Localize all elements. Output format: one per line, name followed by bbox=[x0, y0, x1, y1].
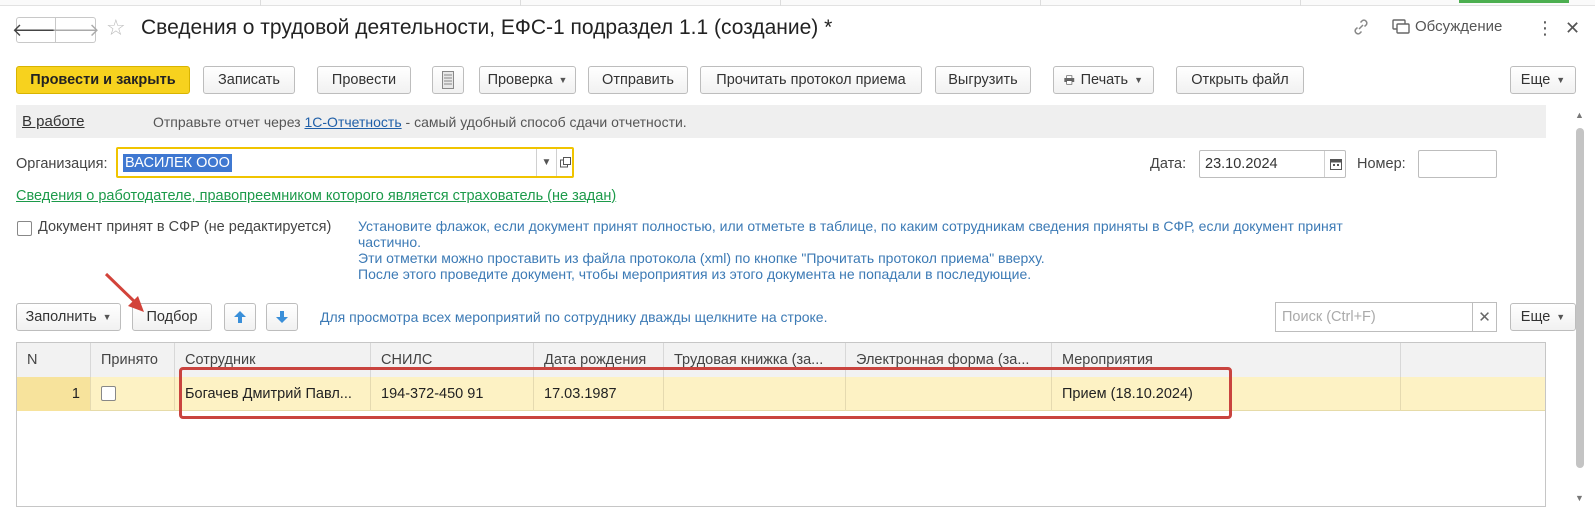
cell-empty bbox=[1401, 377, 1545, 411]
top-tab-strip bbox=[0, 0, 1595, 6]
hint-text: Установите флажок, если документ принят … bbox=[358, 218, 1418, 282]
calendar-button[interactable] bbox=[1324, 151, 1346, 177]
hint-line: Установите флажок, если документ принят … bbox=[358, 218, 1343, 234]
fill-label: Заполнить bbox=[25, 309, 97, 325]
info-message: Отправьте отчет через 1С-Отчетность - са… bbox=[153, 114, 687, 130]
read-protocol-button[interactable]: Прочитать протокол приема bbox=[700, 66, 922, 94]
organization-value: ВАСИЛЕК ООО bbox=[123, 154, 232, 172]
chevron-down-icon: ▼ bbox=[558, 75, 568, 85]
cell-accepted[interactable] bbox=[91, 377, 175, 411]
organization-field[interactable]: ВАСИЛЕК ООО ▼ bbox=[116, 147, 574, 178]
save-button[interactable]: Записать bbox=[203, 66, 295, 94]
open-button[interactable] bbox=[556, 149, 574, 176]
calendar-icon bbox=[1329, 159, 1342, 170]
date-label: Дата: bbox=[1150, 156, 1187, 172]
title-bar: 🡐 🡒 ☆ Сведения о трудовой деятельности, … bbox=[0, 10, 1595, 48]
info-message-before: Отправьте отчет через bbox=[153, 114, 301, 130]
dropdown-button[interactable]: ▼ bbox=[536, 149, 556, 176]
cell-n[interactable]: 1 bbox=[17, 377, 91, 411]
search-clear-button[interactable]: ✕ bbox=[1473, 302, 1497, 332]
scroll-down-icon[interactable]: ▼ bbox=[1575, 493, 1584, 503]
organization-label: Организация: bbox=[16, 156, 108, 172]
send-button[interactable]: Отправить bbox=[588, 66, 688, 94]
export-button[interactable]: Выгрузить bbox=[935, 66, 1031, 94]
table-hint: Для просмотра всех мероприятий по сотруд… bbox=[320, 309, 828, 325]
chevron-down-icon: ▼ bbox=[1556, 312, 1566, 322]
discussion-button[interactable]: Обсуждение bbox=[1392, 18, 1502, 35]
post-and-close-button[interactable]: Провести и закрыть bbox=[16, 66, 190, 94]
chevron-down-icon: ▼ bbox=[1556, 75, 1566, 85]
more-button[interactable]: Еще ▼ bbox=[1510, 66, 1576, 94]
post-button[interactable]: Провести bbox=[317, 66, 411, 94]
column-header-accepted[interactable]: Принято bbox=[91, 343, 175, 377]
table-more-label: Еще bbox=[1520, 309, 1551, 325]
status-bar: В работе Отправьте отчет через 1С-Отчетн… bbox=[16, 105, 1546, 138]
document-list-icon bbox=[442, 71, 454, 89]
column-header-n[interactable]: N bbox=[17, 343, 91, 377]
window-title: Сведения о трудовой деятельности, ЕФС-1 … bbox=[141, 16, 833, 39]
close-icon[interactable]: ✕ bbox=[1565, 18, 1580, 39]
move-up-button[interactable] bbox=[224, 303, 256, 331]
employer-successor-link[interactable]: Сведения о работодателе, правопреемником… bbox=[16, 188, 616, 204]
hint-line: После этого проведите документ, чтобы ме… bbox=[358, 266, 1032, 282]
chevron-down-icon: ▼ bbox=[541, 157, 552, 168]
search-input[interactable]: Поиск (Ctrl+F) bbox=[1275, 302, 1473, 332]
report-structure-button[interactable] bbox=[432, 66, 464, 94]
forward-button[interactable]: 🡒 bbox=[51, 17, 100, 43]
search-placeholder: Поиск (Ctrl+F) bbox=[1282, 309, 1376, 325]
print-button[interactable]: Печать ▼ bbox=[1053, 66, 1154, 94]
back-button[interactable]: 🡐 bbox=[12, 17, 60, 43]
date-field[interactable]: 23.10.2024 bbox=[1199, 150, 1346, 178]
arrow-down-icon bbox=[276, 311, 288, 323]
open-file-button[interactable]: Открыть файл bbox=[1176, 66, 1304, 94]
link-icon[interactable] bbox=[1352, 18, 1370, 40]
more-label: Еще bbox=[1520, 72, 1551, 88]
accepted-checkbox[interactable] bbox=[17, 221, 32, 236]
table-more-button[interactable]: Еще ▼ bbox=[1510, 303, 1576, 331]
chat-icon bbox=[1392, 18, 1410, 34]
more-vertical-icon[interactable]: ⋮ bbox=[1536, 18, 1554, 39]
accepted-label: Документ принят в СФР (не редактируется) bbox=[38, 219, 332, 235]
column-header-empty bbox=[1401, 343, 1545, 377]
status-link[interactable]: В работе bbox=[22, 113, 85, 130]
arrow-right-icon: 🡒 bbox=[51, 19, 100, 40]
annotation-arrow-icon bbox=[104, 272, 144, 312]
number-field[interactable] bbox=[1418, 150, 1497, 178]
favorite-star-icon[interactable]: ☆ bbox=[106, 15, 126, 41]
reporting-link[interactable]: 1С-Отчетность bbox=[305, 114, 402, 130]
print-label: Печать bbox=[1080, 72, 1129, 88]
check-label: Проверка bbox=[487, 72, 553, 88]
check-button[interactable]: Проверка ▼ bbox=[479, 66, 576, 94]
row-accepted-checkbox[interactable] bbox=[101, 386, 116, 401]
discussion-label: Обсуждение bbox=[1415, 18, 1503, 35]
chevron-down-icon: ▼ bbox=[1134, 75, 1143, 85]
hint-line: Эти отметки можно проставить из файла пр… bbox=[358, 250, 1045, 266]
vertical-scrollbar[interactable]: ▲ ▼ bbox=[1574, 110, 1586, 505]
printer-icon bbox=[1064, 75, 1075, 85]
info-message-after: - самый удобный способ сдачи отчетности. bbox=[405, 114, 687, 130]
scrollbar-thumb[interactable] bbox=[1576, 128, 1584, 468]
number-label: Номер: bbox=[1357, 156, 1406, 172]
hint-line: частично. bbox=[358, 234, 422, 250]
scroll-up-icon[interactable]: ▲ bbox=[1575, 110, 1584, 120]
highlight-frame bbox=[179, 367, 1232, 419]
move-down-button[interactable] bbox=[266, 303, 298, 331]
open-window-icon bbox=[560, 157, 571, 168]
arrow-up-icon bbox=[234, 311, 246, 323]
close-icon: ✕ bbox=[1478, 309, 1491, 326]
date-value: 23.10.2024 bbox=[1205, 156, 1278, 172]
